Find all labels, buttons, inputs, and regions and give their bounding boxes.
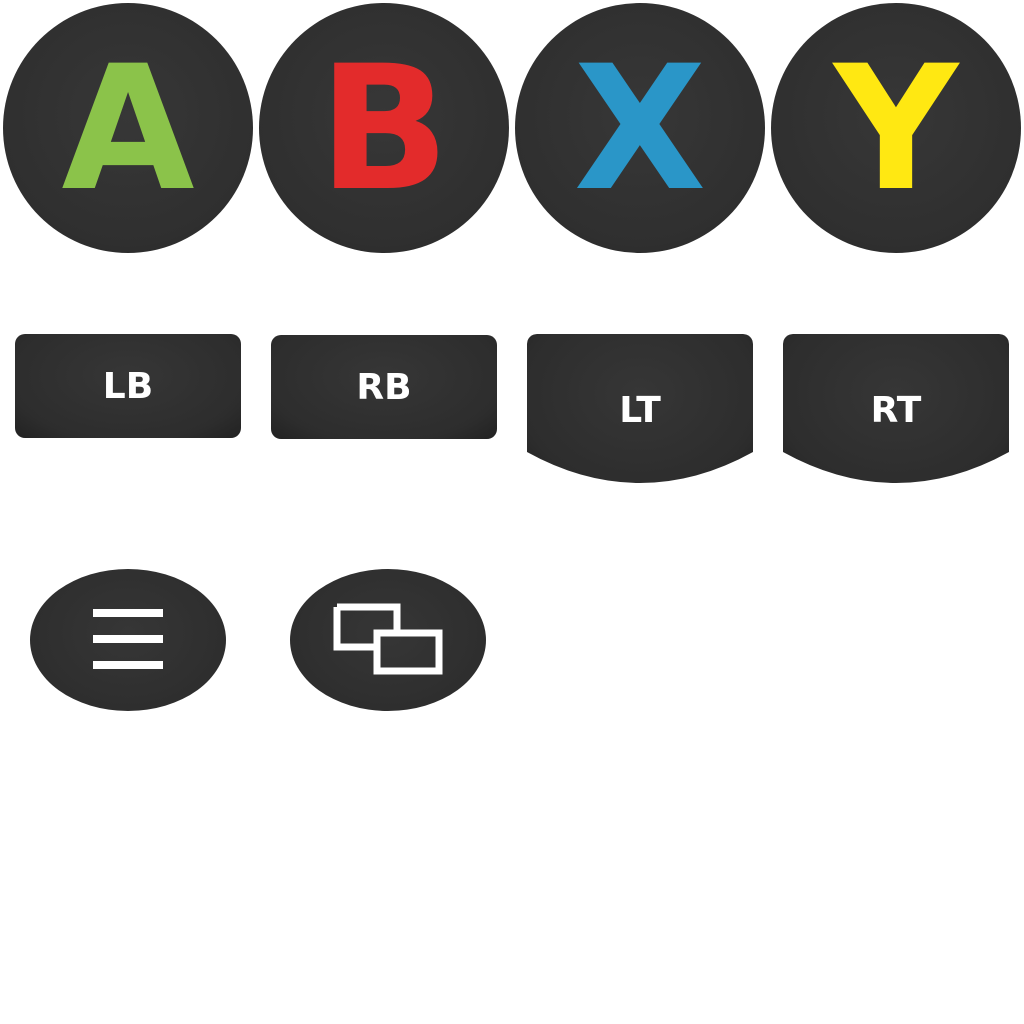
rb-button[interactable]: RB [271, 335, 497, 439]
lt-trigger[interactable]: LT [527, 334, 753, 483]
b-button-label: B [318, 28, 450, 229]
lb-button-label: LB [102, 365, 154, 407]
controller-button-sheet: A B X Y LB RB LT RT [0, 0, 1024, 1024]
a-button[interactable]: A [3, 3, 253, 253]
x-button-label: X [573, 28, 707, 229]
a-button-label: A [61, 28, 195, 229]
rt-trigger-label: RT [870, 390, 922, 431]
lb-button[interactable]: LB [15, 334, 241, 438]
rb-button-label: RB [356, 366, 412, 408]
menu-button[interactable] [30, 569, 226, 711]
y-button[interactable]: Y [771, 3, 1021, 253]
lt-trigger-label: LT [619, 390, 661, 431]
x-button[interactable]: X [515, 3, 765, 253]
b-button[interactable]: B [259, 3, 509, 253]
view-button[interactable] [290, 569, 486, 711]
menu-icon [93, 609, 163, 669]
view-icon [333, 603, 443, 675]
rt-trigger[interactable]: RT [783, 334, 1009, 483]
y-button-label: Y [833, 28, 959, 229]
